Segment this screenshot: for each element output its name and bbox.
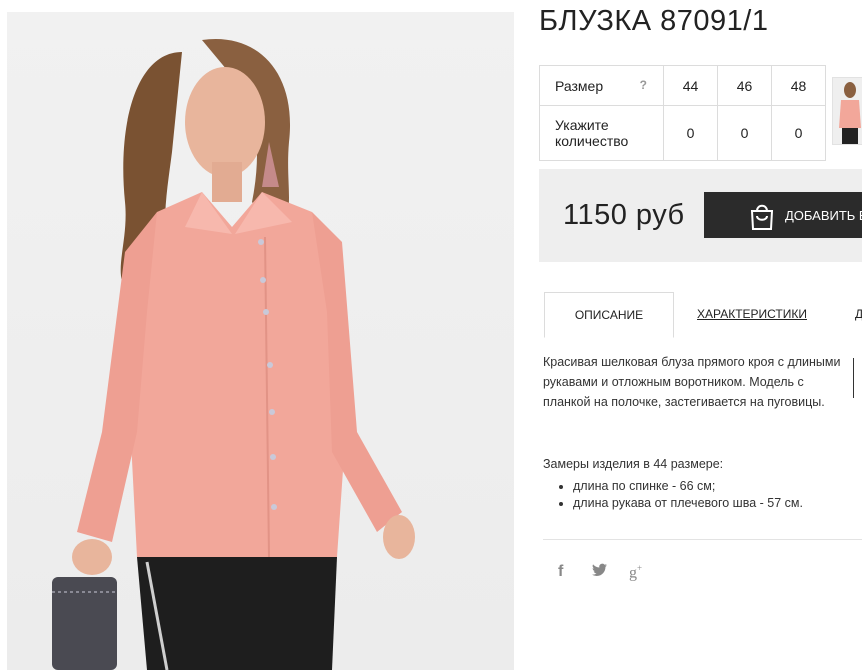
list-item: длина по спинке - 66 см;	[573, 478, 803, 495]
tab-delivery[interactable]: Д	[855, 292, 862, 336]
tab-description[interactable]: ОПИСАНИЕ	[544, 292, 674, 338]
size-help-icon[interactable]: ?	[640, 78, 647, 92]
facebook-icon[interactable]: f	[558, 563, 563, 583]
measurements-title: Замеры изделия в 44 размере:	[543, 457, 724, 471]
product-photo-illustration	[52, 38, 415, 670]
product-thumbnail[interactable]	[832, 77, 862, 145]
size-option-44[interactable]: 44	[663, 65, 718, 106]
product-title: БЛУЗКА 87091/1	[539, 5, 769, 37]
size-label: Размер	[555, 77, 604, 94]
google-glyph: g	[629, 564, 637, 582]
product-price: 1150 руб	[563, 199, 685, 231]
google-plus-icon[interactable]: g+	[629, 563, 642, 583]
quantity-label: Укажите количество	[539, 105, 664, 161]
twitter-icon[interactable]	[592, 563, 607, 583]
google-plus-sup: +	[637, 563, 643, 573]
thumbnail-image	[833, 78, 862, 144]
size-label-cell: Размер ?	[539, 65, 664, 106]
shopping-bag-icon	[748, 201, 776, 234]
divider	[543, 539, 862, 540]
tab-characteristics[interactable]: ХАРАКТЕРИСТИКИ	[697, 292, 807, 336]
add-to-cart-button[interactable]: ДОБАВИТЬ В	[704, 192, 862, 238]
size-option-46[interactable]: 46	[717, 65, 772, 106]
list-item: длина рукава от плечевого шва - 57 см.	[573, 495, 803, 512]
quantity-field-46[interactable]: 0	[717, 105, 772, 161]
quantity-field-44[interactable]: 0	[663, 105, 718, 161]
product-tabs: ОПИСАНИЕ ХАРАКТЕРИСТИКИ Д	[544, 292, 862, 338]
size-quantity-table: Размер ? 44 46 48 Укажите количество 0 0…	[539, 65, 826, 161]
measurements-list: длина по спинке - 66 см; длина рукава от…	[556, 478, 803, 512]
quantity-field-48[interactable]: 0	[771, 105, 826, 161]
size-option-48[interactable]: 48	[771, 65, 826, 106]
product-description: Красивая шелковая блуза прямого кроя с д…	[543, 355, 841, 409]
scroll-indicator[interactable]	[853, 358, 854, 398]
add-to-cart-label: ДОБАВИТЬ В	[785, 208, 862, 223]
price-bar: 1150 руб ДОБАВИТЬ В	[539, 169, 862, 262]
product-photo[interactable]	[7, 12, 514, 670]
